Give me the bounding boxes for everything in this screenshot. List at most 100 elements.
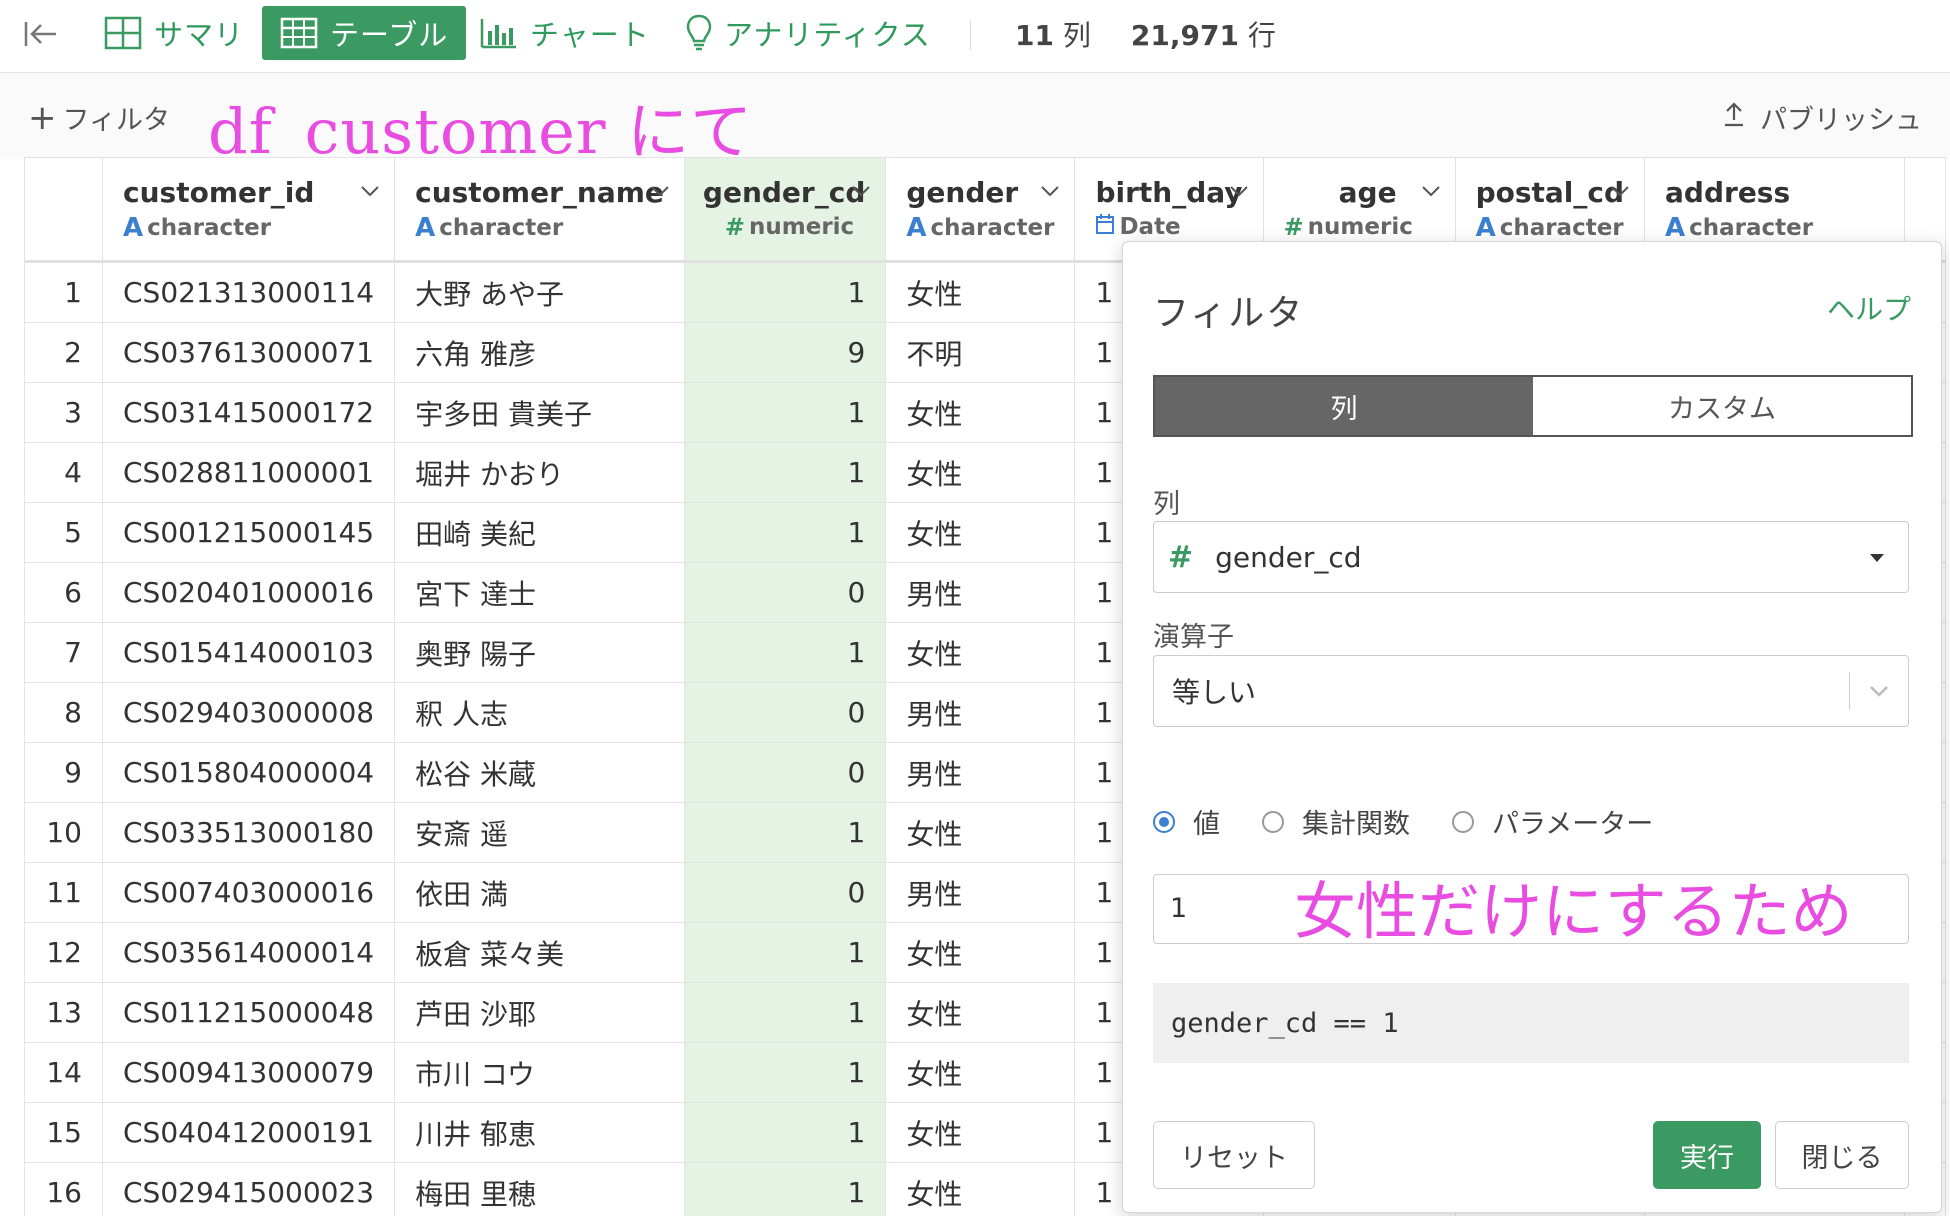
operator-select-value: 等しい bbox=[1172, 676, 1257, 709]
column-count: 11 列 bbox=[1015, 19, 1091, 52]
reset-button[interactable]: リセット bbox=[1153, 1121, 1315, 1189]
numeric-type-icon: # bbox=[1283, 213, 1304, 241]
column-header-gender[interactable]: gender Acharacter bbox=[885, 157, 1076, 263]
column-select-value: gender_cd bbox=[1215, 540, 1362, 574]
filter-value-input[interactable]: 1 女性だけにするため bbox=[1153, 874, 1909, 944]
table-icon bbox=[280, 17, 318, 49]
publish-label: パブリッシュ bbox=[1760, 105, 1922, 136]
customer-id-cell: CS021313000114 bbox=[101, 261, 396, 323]
gender-cell: 女性 bbox=[885, 502, 1076, 563]
column-header-customer-id[interactable]: customer_id Acharacter bbox=[101, 157, 396, 263]
plus-icon: + bbox=[28, 97, 57, 138]
chevron-down-icon bbox=[1870, 686, 1888, 697]
tab-table-label: テーブル bbox=[330, 18, 449, 52]
customer-name-cell: 板倉 菜々美 bbox=[394, 922, 685, 983]
collapse-left-icon[interactable] bbox=[22, 14, 66, 54]
row-number-cell: 10 bbox=[24, 802, 103, 863]
customer-name-cell: 宮下 達士 bbox=[394, 562, 685, 623]
gender-cell: 女性 bbox=[885, 382, 1076, 443]
gender-cell: 女性 bbox=[885, 442, 1076, 503]
row-number-cell: 13 bbox=[24, 982, 103, 1043]
bar-chart-icon bbox=[480, 17, 518, 49]
dataset-counts: 11 列 21,971 行 bbox=[1015, 14, 1276, 54]
customer-id-cell: CS037613000071 bbox=[101, 322, 396, 383]
customer-name-cell: 奥野 陽子 bbox=[394, 622, 685, 683]
gender-cell: 女性 bbox=[885, 1102, 1076, 1163]
column-header-customer-name[interactable]: customer_name Acharacter bbox=[394, 157, 685, 263]
gender-cell: 男性 bbox=[885, 742, 1076, 803]
customer-name-cell: 堀井 かおり bbox=[394, 442, 685, 503]
customer-name-cell: 六角 雅彦 bbox=[394, 322, 685, 383]
nav-divider bbox=[970, 20, 971, 50]
character-type-icon: A bbox=[415, 213, 436, 243]
tab-column-filter[interactable]: 列 bbox=[1155, 377, 1533, 435]
chevron-down-icon[interactable] bbox=[1040, 184, 1060, 198]
numeric-type-icon: # bbox=[724, 213, 746, 241]
customer-id-cell: CS009413000079 bbox=[101, 1042, 396, 1103]
operator-label: 演算子 bbox=[1153, 622, 1234, 653]
customer-name-cell: 田崎 美紀 bbox=[394, 502, 685, 563]
gender-cd-cell: 0 bbox=[683, 682, 887, 743]
gender-cell: 女性 bbox=[885, 261, 1076, 323]
add-filter-button[interactable]: + フィルタ bbox=[28, 98, 170, 137]
column-select[interactable]: # gender_cd bbox=[1153, 521, 1909, 593]
gender-cd-cell: 1 bbox=[683, 1162, 887, 1216]
column-header-gender-cd[interactable]: gender_cd # numeric bbox=[683, 157, 887, 263]
gender-cell: 女性 bbox=[885, 802, 1076, 863]
customer-name-cell: 安斎 遥 bbox=[394, 802, 685, 863]
customer-name-cell: 依田 満 bbox=[394, 862, 685, 923]
radio-parameter-label: パラメーター bbox=[1492, 809, 1654, 840]
gender-cd-cell: 0 bbox=[683, 862, 887, 923]
gender-cd-cell: 1 bbox=[683, 382, 887, 443]
tab-table[interactable]: テーブル bbox=[262, 6, 467, 60]
publish-button[interactable]: パブリッシュ bbox=[1722, 98, 1922, 137]
top-bar: サマリ テーブル チャート アナリティクス 11 列 21,971 行 bbox=[0, 0, 1950, 73]
gender-cd-cell: 1 bbox=[683, 502, 887, 563]
chevron-down-icon[interactable] bbox=[1610, 184, 1630, 198]
radio-aggregate[interactable] bbox=[1262, 810, 1284, 833]
radio-aggregate-label: 集計関数 bbox=[1302, 809, 1410, 840]
lightbulb-icon bbox=[686, 14, 712, 52]
customer-name-cell: 市川 コウ bbox=[394, 1042, 685, 1103]
summary-grid-icon bbox=[104, 16, 142, 50]
row-number-cell: 5 bbox=[24, 502, 103, 563]
customer-name-cell: 松谷 米蔵 bbox=[394, 742, 685, 803]
row-number-cell: 15 bbox=[24, 1102, 103, 1163]
chevron-down-icon[interactable] bbox=[1421, 184, 1441, 198]
chevron-down-icon[interactable] bbox=[650, 184, 670, 198]
customer-id-cell: CS015804000004 bbox=[101, 742, 396, 803]
gender-cell: 女性 bbox=[885, 622, 1076, 683]
customer-id-cell: CS033513000180 bbox=[101, 802, 396, 863]
chevron-down-icon[interactable] bbox=[851, 184, 871, 198]
customer-name-cell: 芦田 沙耶 bbox=[394, 982, 685, 1043]
chevron-down-icon[interactable] bbox=[360, 184, 380, 198]
operator-select[interactable]: 等しい bbox=[1153, 655, 1909, 727]
tab-summary[interactable]: サマリ bbox=[104, 6, 244, 60]
customer-id-cell: CS015414000103 bbox=[101, 622, 396, 683]
filter-expression-text: gender_cd == 1 bbox=[1171, 1007, 1399, 1039]
row-number-cell: 16 bbox=[24, 1162, 103, 1216]
customer-name-cell: 川井 郁恵 bbox=[394, 1102, 685, 1163]
gender-cd-cell: 1 bbox=[683, 802, 887, 863]
close-button[interactable]: 閉じる bbox=[1775, 1121, 1909, 1189]
run-button[interactable]: 実行 bbox=[1653, 1121, 1761, 1189]
tab-analytics-label: アナリティクス bbox=[724, 18, 931, 52]
row-number-cell: 2 bbox=[24, 322, 103, 383]
help-link[interactable]: ヘルプ bbox=[1827, 288, 1911, 328]
tab-chart[interactable]: チャート bbox=[480, 6, 650, 60]
customer-id-cell: CS029415000023 bbox=[101, 1162, 396, 1216]
customer-id-cell: CS020401000016 bbox=[101, 562, 396, 623]
character-type-icon: A bbox=[123, 213, 144, 243]
customer-id-cell: CS035614000014 bbox=[101, 922, 396, 983]
tab-analytics[interactable]: アナリティクス bbox=[686, 6, 931, 60]
customer-id-cell: CS001215000145 bbox=[101, 502, 396, 563]
gender-cell: 男性 bbox=[885, 682, 1076, 743]
radio-value[interactable] bbox=[1153, 810, 1175, 833]
tab-chart-label: チャート bbox=[530, 18, 650, 52]
caret-down-icon bbox=[1870, 554, 1884, 562]
tab-custom-filter[interactable]: カスタム bbox=[1533, 377, 1911, 435]
gender-cd-cell: 1 bbox=[683, 261, 887, 323]
chevron-down-icon[interactable] bbox=[1229, 184, 1249, 198]
radio-parameter[interactable] bbox=[1452, 810, 1474, 833]
add-filter-label: フィルタ bbox=[62, 105, 170, 136]
